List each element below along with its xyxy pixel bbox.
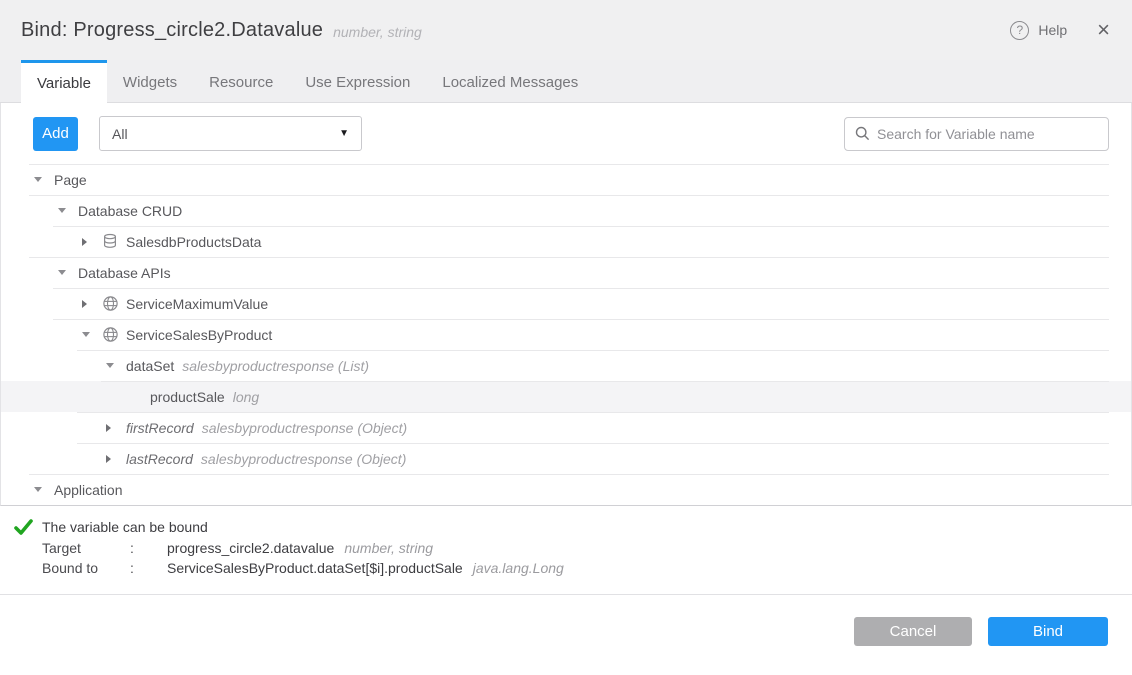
status-detail-target: Target:progress_circle2.datavalue number,… bbox=[42, 538, 1132, 558]
node-label: ServiceSalesByProduct bbox=[126, 327, 272, 343]
detail-separator: : bbox=[130, 558, 167, 578]
node-label: dataSet bbox=[126, 358, 174, 374]
globe-icon bbox=[102, 326, 119, 343]
node-label: Page bbox=[54, 172, 87, 188]
detail-value: ServiceSalesByProduct.dataSet[$i].produc… bbox=[167, 558, 463, 578]
bind-status-details: Target:progress_circle2.datavalue number,… bbox=[0, 538, 1132, 578]
detail-type: number, string bbox=[344, 538, 433, 558]
search-input[interactable] bbox=[877, 126, 1098, 142]
help-button[interactable]: ? Help bbox=[1010, 21, 1067, 40]
help-question-icon: ? bbox=[1010, 21, 1029, 40]
detail-type: java.lang.Long bbox=[473, 558, 564, 578]
tree-row-servicemaximumvalue[interactable]: ServiceMaximumValue bbox=[1, 288, 1131, 319]
dialog-subtitle: number, string bbox=[333, 24, 422, 40]
variable-filter-dropdown[interactable]: All ▼ bbox=[99, 116, 362, 151]
globe-icon bbox=[102, 295, 119, 312]
tab-use-expression[interactable]: Use Expression bbox=[289, 60, 426, 102]
node-label: ServiceMaximumValue bbox=[126, 296, 268, 312]
node-type: long bbox=[233, 389, 259, 405]
close-icon[interactable]: × bbox=[1097, 21, 1110, 39]
help-label: Help bbox=[1038, 22, 1067, 38]
tree-row-productsale[interactable]: productSale long bbox=[1, 381, 1131, 412]
detail-value: progress_circle2.datavalue bbox=[167, 538, 334, 558]
caret-down-icon[interactable] bbox=[106, 363, 114, 368]
detail-label: Target bbox=[42, 538, 130, 558]
node-label: Database APIs bbox=[78, 265, 171, 281]
tab-variable[interactable]: Variable bbox=[21, 60, 107, 103]
tree-row-firstrecord[interactable]: firstRecord salesbyproductresponse (Objec… bbox=[1, 412, 1131, 443]
tree-row-database-apis[interactable]: Database APIs bbox=[1, 257, 1131, 288]
filter-selected-value: All bbox=[112, 126, 128, 142]
node-label: SalesdbProductsData bbox=[126, 234, 261, 250]
status-detail-bound-to: Bound to:ServiceSalesByProduct.dataSet[$… bbox=[42, 558, 1132, 578]
dialog-header: Bind: Progress_circle2.Datavalue number,… bbox=[0, 0, 1132, 60]
bind-status-section: The variable can be bound Target:progres… bbox=[0, 506, 1132, 590]
node-label: lastRecord bbox=[126, 451, 193, 467]
caret-down-icon[interactable] bbox=[58, 270, 66, 275]
toolbar: Add All ▼ bbox=[1, 103, 1131, 164]
content-panel: Add All ▼ Page Database CRUD SalesdbProduc… bbox=[0, 103, 1132, 506]
dialog-footer: Cancel Bind bbox=[0, 594, 1132, 646]
dropdown-caret-icon: ▼ bbox=[339, 128, 349, 139]
search-box bbox=[844, 117, 1109, 151]
success-check-icon bbox=[14, 519, 33, 536]
caret-down-icon[interactable] bbox=[34, 487, 42, 492]
tab-localized-messages[interactable]: Localized Messages bbox=[426, 60, 594, 102]
caret-down-icon[interactable] bbox=[34, 177, 42, 182]
node-type: salesbyproductresponse (List) bbox=[182, 358, 369, 374]
caret-right-icon[interactable] bbox=[106, 455, 111, 463]
tab-bar: VariableWidgetsResourceUse ExpressionLoc… bbox=[0, 60, 1132, 103]
node-label: firstRecord bbox=[126, 420, 194, 436]
tree-row-servicesalesbyproduct[interactable]: ServiceSalesByProduct bbox=[1, 319, 1131, 350]
caret-right-icon[interactable] bbox=[82, 300, 87, 308]
tree-row-database-crud[interactable]: Database CRUD bbox=[1, 195, 1131, 226]
tab-resource[interactable]: Resource bbox=[193, 60, 289, 102]
caret-down-icon[interactable] bbox=[58, 208, 66, 213]
caret-right-icon[interactable] bbox=[82, 238, 87, 246]
tree-row-dataset[interactable]: dataSet salesbyproductresponse (List) bbox=[1, 350, 1131, 381]
caret-right-icon[interactable] bbox=[106, 424, 111, 432]
cancel-button[interactable]: Cancel bbox=[854, 617, 972, 646]
variable-tree: Page Database CRUD SalesdbProductsData Data… bbox=[1, 164, 1131, 505]
database-icon bbox=[102, 233, 119, 250]
bind-status-message: The variable can be bound bbox=[42, 517, 1132, 538]
node-type: salesbyproductresponse (Object) bbox=[202, 420, 407, 436]
node-label: productSale bbox=[150, 389, 225, 405]
detail-separator: : bbox=[130, 538, 167, 558]
caret-down-icon[interactable] bbox=[82, 332, 90, 337]
tree-row-page[interactable]: Page bbox=[1, 164, 1131, 195]
dialog-title: Bind: Progress_circle2.Datavalue bbox=[21, 19, 323, 42]
tree-row-salesdbproductsdata[interactable]: SalesdbProductsData bbox=[1, 226, 1131, 257]
node-label: Database CRUD bbox=[78, 203, 182, 219]
node-label: Application bbox=[54, 482, 123, 498]
node-type: salesbyproductresponse (Object) bbox=[201, 451, 406, 467]
tab-widgets[interactable]: Widgets bbox=[107, 60, 193, 102]
search-icon bbox=[855, 126, 870, 141]
add-button[interactable]: Add bbox=[33, 117, 78, 151]
tree-row-lastrecord[interactable]: lastRecord salesbyproductresponse (Object… bbox=[1, 443, 1131, 474]
tree-row-application[interactable]: Application bbox=[1, 474, 1131, 505]
bind-button[interactable]: Bind bbox=[988, 617, 1108, 646]
detail-label: Bound to bbox=[42, 558, 130, 578]
